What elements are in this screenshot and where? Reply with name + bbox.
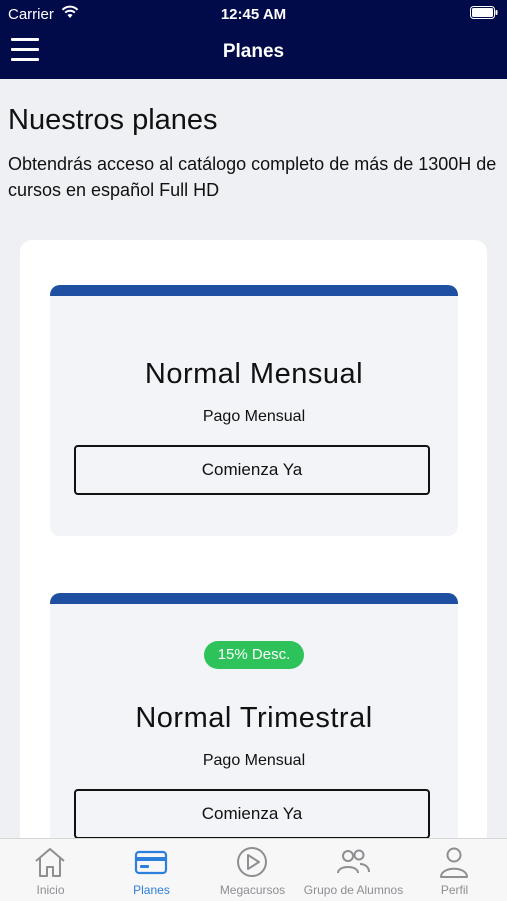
tab-label: Grupo de Alumnos bbox=[303, 883, 404, 897]
status-bar: Carrier 12:45 AM bbox=[0, 0, 507, 28]
plan-description: Pago Mensual bbox=[202, 752, 306, 769]
tab-perfil[interactable]: Perfil bbox=[404, 839, 505, 901]
bottom-tab-bar: Inicio Planes Megacursos Grupo de Alumno… bbox=[0, 838, 507, 901]
top-header: Carrier 12:45 AM Planes bbox=[0, 0, 507, 79]
plan-description: Pago Mensual bbox=[202, 408, 306, 425]
start-now-button[interactable]: Comienza Ya bbox=[74, 789, 430, 838]
plans-card: Normal Mensual Pago Mensual Comienza Ya … bbox=[20, 240, 487, 838]
tab-label: Inicio bbox=[36, 883, 65, 897]
battery-icon bbox=[470, 6, 498, 19]
home-icon bbox=[35, 848, 65, 877]
plan-name: Normal Trimestral bbox=[135, 702, 373, 734]
play-icon bbox=[237, 847, 267, 877]
page-title: Nuestros planes bbox=[8, 104, 218, 136]
plan-normal-mensual: Normal Mensual Pago Mensual Comienza Ya bbox=[50, 285, 458, 536]
tab-megacursos[interactable]: Megacursos bbox=[202, 839, 303, 901]
plan-normal-trimestral: 15% Desc. Normal Trimestral Pago Mensual… bbox=[50, 593, 458, 838]
tab-label: Megacursos bbox=[219, 883, 286, 897]
discount-badge: 15% Desc. bbox=[204, 641, 304, 669]
tab-inicio[interactable]: Inicio bbox=[0, 839, 101, 901]
tab-label: Perfil bbox=[440, 883, 469, 897]
page-subtitle: Obtendrás acceso al catálogo completo de… bbox=[8, 154, 497, 200]
tab-planes[interactable]: Planes bbox=[101, 839, 202, 901]
plan-name: Normal Mensual bbox=[144, 358, 364, 390]
status-time: 12:45 AM bbox=[220, 6, 287, 23]
card-icon bbox=[134, 850, 168, 875]
group-icon bbox=[337, 849, 370, 874]
page-nav-title: Planes bbox=[222, 41, 285, 62]
main-content[interactable]: Nuestros planes Obtendrás acceso al catá… bbox=[0, 79, 507, 838]
tab-label: Planes bbox=[133, 883, 170, 897]
person-icon bbox=[440, 847, 468, 878]
start-now-button[interactable]: Comienza Ya bbox=[74, 445, 430, 495]
tab-grupo-de-alumnos[interactable]: Grupo de Alumnos bbox=[303, 839, 404, 901]
